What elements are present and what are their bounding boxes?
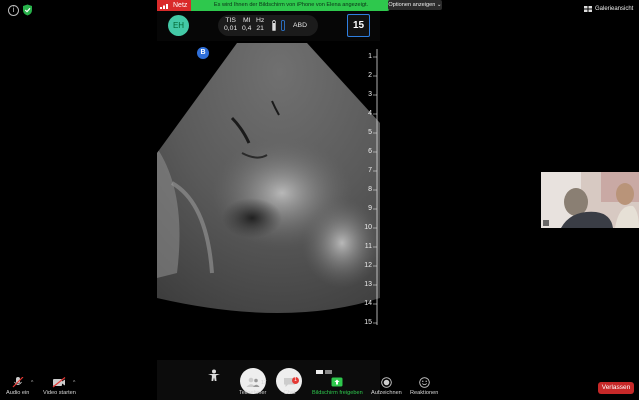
shared-screen: EH TIS 0,01 MI 0,4 Hz 21 ABD 15 B 1 2 3 …: [157, 11, 380, 400]
participants-label: Teilnehmer: [239, 390, 267, 396]
param-value: 0,01: [224, 25, 238, 32]
param-value: 0,4: [242, 25, 252, 32]
param-label: MI: [242, 17, 251, 24]
depth-scale-label: 10: [364, 224, 372, 231]
view-options-button[interactable]: Optionen anzeigen ⌄: [388, 0, 442, 10]
depth-scale-label: 4: [368, 110, 372, 117]
depth-scale-label: 3: [368, 91, 372, 98]
video-button[interactable]: Video starten: [43, 377, 76, 396]
depth-scale-label: 5: [368, 129, 372, 136]
chevron-down-icon: ⌄: [436, 2, 442, 8]
acoustic-params-panel: TIS 0,01 MI 0,4 Hz 21 ABD: [218, 15, 318, 36]
param-tis: TIS 0,01: [224, 17, 237, 33]
share-banner-text: Es wird Ihnen der Bildschirm von iPhone …: [213, 2, 369, 8]
reactions-label: Reaktionen: [410, 390, 439, 396]
depth-scale-label: 1: [368, 53, 372, 60]
body-position-icon[interactable]: [207, 369, 221, 381]
chat-unread-badge: 1: [292, 377, 299, 384]
user-avatar[interactable]: EH: [168, 15, 189, 36]
network-label: Netz: [173, 2, 188, 9]
audio-caret-icon[interactable]: ^: [31, 380, 33, 386]
signal-bars-icon: [160, 4, 168, 9]
preset-label: ABD: [293, 22, 307, 29]
audio-label: Audio ein: [6, 390, 30, 396]
video-label: Video starten: [43, 390, 76, 396]
participants-icon: [246, 377, 260, 387]
reactions-smiley-icon: [418, 377, 430, 388]
param-label: Hz: [256, 17, 265, 24]
depth-scale-label: 2: [368, 72, 372, 79]
encryption-shield-icon[interactable]: [22, 4, 33, 16]
record-label: Aufzeichnen: [371, 390, 402, 396]
depth-scale-label: 14: [364, 300, 372, 307]
share-screen-label: Bildschirm freigeben: [312, 390, 363, 396]
param-mi: MI 0,4: [242, 17, 251, 33]
param-value: 21: [256, 25, 264, 32]
network-status[interactable]: Netz: [157, 0, 191, 11]
video-caret-icon[interactable]: ^: [73, 380, 75, 386]
gallery-grid-icon: [584, 6, 592, 12]
reactions-button[interactable]: Reaktionen: [410, 377, 438, 396]
view-options-label: Optionen anzeigen: [388, 2, 436, 8]
gallery-view-button[interactable]: Galerieansicht: [584, 3, 636, 15]
depth-scale-label: 9: [368, 205, 372, 212]
video-camera-muted-icon: [53, 377, 66, 388]
battery-icon: [272, 20, 276, 31]
param-label: TIS: [225, 17, 236, 24]
record-button[interactable]: Aufzeichnen: [371, 377, 402, 396]
depth-scale-label: 13: [364, 281, 372, 288]
leave-button[interactable]: Verlassen: [598, 382, 634, 394]
audio-button[interactable]: Audio ein: [6, 377, 29, 396]
participant-video-thumbnail[interactable]: [541, 172, 639, 228]
depth-scale-label: 12: [364, 262, 372, 269]
share-screen-button[interactable]: Bildschirm freigeben: [312, 377, 363, 396]
depth-scale-label: 6: [368, 148, 372, 155]
depth-scale-label: 8: [368, 186, 372, 193]
chat-label: Chat: [283, 390, 296, 396]
info-icon[interactable]: i: [8, 5, 19, 16]
depth-scale-label: 15: [364, 319, 372, 326]
marker-badge[interactable]: B: [197, 47, 209, 59]
ultrasound-image: [157, 43, 380, 325]
participants-count: 17: [261, 380, 267, 386]
share-screen-icon: [331, 377, 343, 387]
microphone-muted-icon: [12, 377, 24, 388]
mode-icon[interactable]: [316, 370, 332, 375]
ultrasound-header: EH TIS 0,01 MI 0,4 Hz 21 ABD 15: [157, 11, 380, 41]
depth-scale-label: 11: [364, 243, 372, 250]
param-hz: Hz 21: [256, 17, 264, 33]
record-icon: [381, 377, 392, 388]
depth-scale-label: 7: [368, 167, 372, 174]
depth-badge[interactable]: 15: [347, 14, 370, 37]
gallery-view-label: Galerieansicht: [595, 6, 634, 12]
probe-icon: [281, 20, 285, 31]
